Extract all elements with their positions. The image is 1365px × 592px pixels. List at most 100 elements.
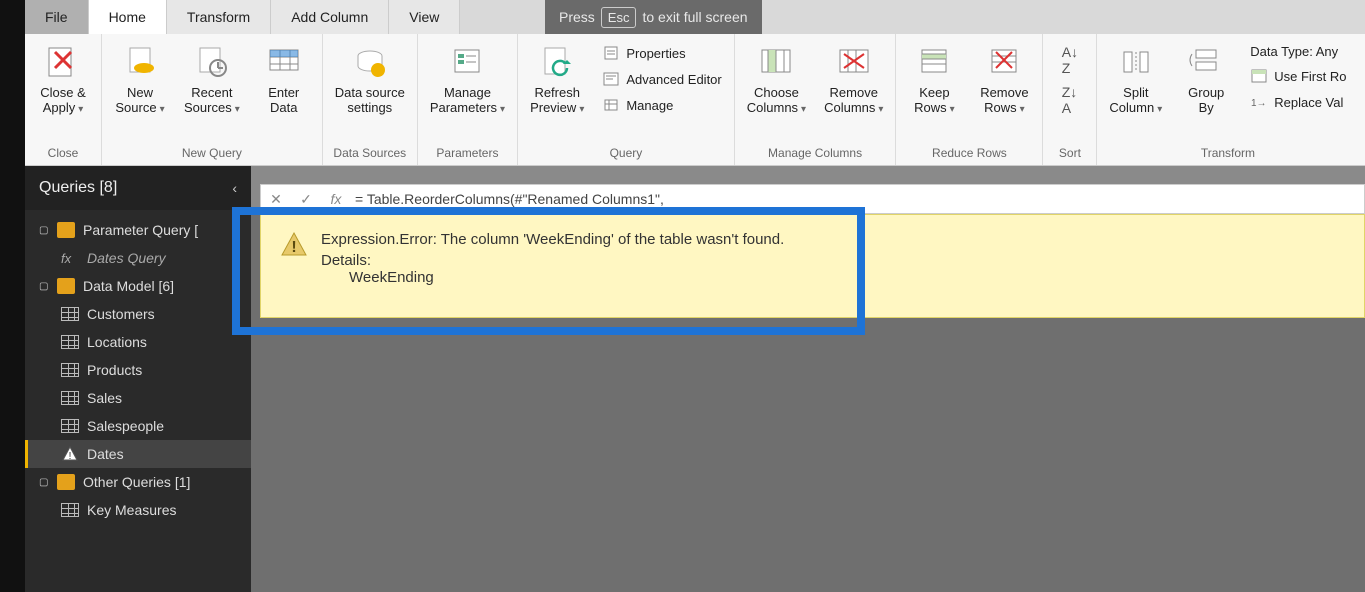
group-parameters: Parameters — [426, 143, 509, 163]
group-query: Query — [526, 143, 726, 163]
error-details-value: WeekEnding — [321, 269, 784, 286]
remove-columns-label: Remove Columns — [824, 86, 883, 116]
manage-parameters-button[interactable]: Manage Parameters — [426, 38, 509, 120]
table-icon — [61, 419, 79, 433]
query-salespeople[interactable]: Salespeople — [25, 412, 251, 440]
data-source-settings-button[interactable]: Data source settings — [331, 38, 409, 120]
query-label: Salespeople — [87, 418, 164, 434]
error-details-label: Details: — [321, 252, 784, 269]
expand-icon: ▢ — [39, 281, 49, 292]
query-products[interactable]: Products — [25, 356, 251, 384]
properties-icon — [602, 44, 620, 62]
recent-sources-label: Recent Sources — [184, 86, 240, 116]
query-label: Sales — [87, 390, 122, 406]
query-dates-query[interactable]: fx Dates Query — [25, 244, 251, 272]
manage-parameters-icon — [447, 42, 487, 82]
fullscreen-notice: Press Esc to exit full screen — [545, 0, 762, 34]
expand-icon: ▢ — [39, 477, 49, 488]
collapse-queries-icon[interactable]: ‹ — [232, 180, 237, 196]
tab-transform[interactable]: Transform — [167, 0, 271, 34]
tab-file[interactable]: File — [25, 0, 89, 34]
split-column-button[interactable]: Split Column — [1105, 38, 1166, 120]
queries-header: Queries [8] — [39, 179, 117, 197]
folder-other-queries[interactable]: ▢ Other Queries [1] — [25, 468, 251, 496]
ribbon: Close & Apply Close New Source Recent So… — [25, 34, 1365, 166]
formula-accept-icon[interactable]: ✓ — [291, 191, 321, 208]
advanced-editor-button[interactable]: Advanced Editor — [598, 68, 725, 90]
new-source-button[interactable]: New Source — [110, 38, 170, 120]
folder-parameter-query[interactable]: ▢ Parameter Query [ — [25, 216, 251, 244]
formula-cancel-icon[interactable]: ✕ — [261, 191, 291, 208]
manage-button[interactable]: Manage — [598, 94, 725, 116]
group-reduce-rows: Reduce Rows — [904, 143, 1034, 163]
tab-view[interactable]: View — [389, 0, 460, 34]
data-source-settings-icon — [350, 42, 390, 82]
split-column-icon — [1116, 42, 1156, 82]
folder-data-model[interactable]: ▢ Data Model [6] — [25, 272, 251, 300]
refresh-preview-button[interactable]: Refresh Preview — [526, 38, 588, 120]
table-icon — [61, 391, 79, 405]
remove-columns-button[interactable]: Remove Columns — [820, 38, 887, 120]
sort-desc-button[interactable]: Z↓A — [1062, 84, 1078, 116]
table-icon — [61, 363, 79, 377]
remove-rows-label: Remove Rows — [980, 86, 1028, 116]
data-type-button[interactable]: Data Type: Any — [1246, 42, 1350, 61]
manage-label: Manage — [626, 98, 673, 113]
error-title: Expression.Error: The column 'WeekEnding… — [321, 231, 784, 248]
first-row-icon — [1250, 67, 1268, 85]
query-customers[interactable]: Customers — [25, 300, 251, 328]
query-key-measures[interactable]: Key Measures — [25, 496, 251, 524]
sort-asc-button[interactable]: A↓Z — [1062, 44, 1078, 76]
formula-text[interactable]: = Table.ReorderColumns(#"Renamed Columns… — [351, 191, 1364, 207]
query-dates[interactable]: ! Dates — [25, 440, 251, 468]
group-data-sources: Data Sources — [331, 143, 409, 163]
enter-data-button[interactable]: Enter Data — [254, 38, 314, 120]
enter-data-label: Enter Data — [268, 86, 299, 116]
remove-rows-button[interactable]: Remove Rows — [974, 38, 1034, 120]
replace-values-label: Replace Val — [1274, 95, 1343, 110]
properties-button[interactable]: Properties — [598, 42, 725, 64]
folder-label: Data Model [6] — [83, 278, 174, 294]
folder-label: Parameter Query [ — [83, 222, 198, 238]
fs-post: to exit full screen — [642, 9, 747, 25]
folder-icon — [57, 474, 75, 490]
keep-rows-button[interactable]: Keep Rows — [904, 38, 964, 120]
tab-home[interactable]: Home — [89, 0, 167, 34]
choose-columns-button[interactable]: Choose Columns — [743, 38, 810, 120]
svg-text:1→2: 1→2 — [1251, 98, 1267, 109]
tab-add-column[interactable]: Add Column — [271, 0, 389, 34]
query-locations[interactable]: Locations — [25, 328, 251, 356]
group-by-label: Group By — [1188, 86, 1224, 116]
use-first-row-button[interactable]: Use First Ro — [1246, 65, 1350, 87]
use-first-row-label: Use First Ro — [1274, 69, 1346, 84]
advanced-editor-label: Advanced Editor — [626, 72, 721, 87]
preview-area: ! Expression.Error: The column 'WeekEndi… — [251, 214, 1365, 592]
group-sort: Sort — [1051, 143, 1088, 163]
folder-icon — [57, 278, 75, 294]
formula-bar[interactable]: ✕ ✓ fx = Table.ReorderColumns(#"Renamed … — [260, 184, 1365, 214]
manage-icon — [602, 96, 620, 114]
fs-pre: Press — [559, 9, 595, 25]
fx-icon: fx — [321, 191, 351, 207]
group-by-button[interactable]: Group By — [1176, 38, 1236, 120]
group-transform: Transform — [1105, 143, 1350, 163]
replace-values-icon: 1→2 — [1250, 93, 1268, 111]
expand-icon: ▢ — [39, 225, 49, 236]
data-type-label: Data Type: Any — [1250, 44, 1338, 59]
close-apply-button[interactable]: Close & Apply — [33, 38, 93, 120]
query-label: Customers — [87, 306, 155, 322]
folder-icon — [57, 222, 75, 238]
query-label: Dates Query — [87, 250, 166, 266]
remove-columns-icon — [834, 42, 874, 82]
enter-data-icon — [264, 42, 304, 82]
query-sales[interactable]: Sales — [25, 384, 251, 412]
svg-text:!: ! — [291, 239, 296, 256]
recent-sources-button[interactable]: Recent Sources — [180, 38, 244, 120]
manage-parameters-label: Manage Parameters — [430, 86, 505, 116]
choose-columns-icon — [756, 42, 796, 82]
table-icon — [61, 335, 79, 349]
replace-values-button[interactable]: 1→2 Replace Val — [1246, 91, 1350, 113]
esc-key: Esc — [601, 7, 637, 28]
fx-icon: fx — [61, 251, 79, 266]
left-rail — [0, 0, 25, 592]
